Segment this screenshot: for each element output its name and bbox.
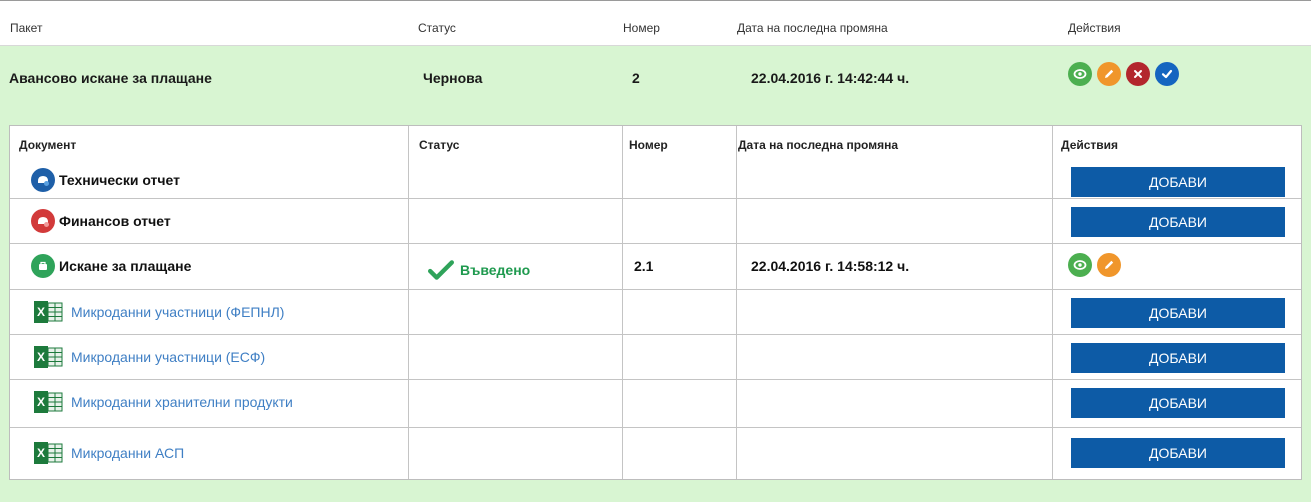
delete-button[interactable] — [1126, 62, 1150, 86]
svg-text:X: X — [37, 305, 45, 319]
header-actions: Действия — [1068, 21, 1121, 35]
document-link[interactable]: Микроданни хранителни продукти — [71, 394, 293, 410]
checkmark-icon — [428, 260, 454, 280]
package-last-modified: 22.04.2016 г. 14:42:44 ч. — [751, 70, 910, 86]
edit-button[interactable] — [1097, 253, 1121, 277]
status-badge: Въведено — [428, 260, 530, 280]
documents-table: Документ Статус Номер Дата на последна п… — [9, 125, 1302, 480]
edit-button[interactable] — [1097, 62, 1121, 86]
table-row: X Микроданни АСП ДОБАВИ — [10, 428, 1301, 479]
technical-report-icon — [31, 168, 55, 192]
package-number: 2 — [632, 70, 640, 86]
table-row: Искане за плащане Въведено 2.1 22.04.201… — [10, 244, 1301, 290]
document-link[interactable]: Микроданни участници (ФЕПНЛ) — [71, 304, 284, 320]
financial-report-icon — [31, 209, 55, 233]
header-document: Документ — [19, 138, 77, 152]
pencil-icon — [1105, 69, 1114, 78]
table-row: Технически отчет ДОБАВИ — [10, 163, 1301, 199]
header-last-modified: Дата на последна промяна — [737, 21, 888, 35]
document-link[interactable]: Микроданни участници (ЕСФ) — [71, 349, 265, 365]
add-button[interactable]: ДОБАВИ — [1071, 388, 1285, 418]
add-button[interactable]: ДОБАВИ — [1071, 167, 1285, 197]
table-row: X Микроданни участници (ФЕПНЛ) ДОБАВИ — [10, 290, 1301, 335]
table-row: X Микроданни хранителни продукти ДОБАВИ — [10, 380, 1301, 428]
confirm-button[interactable] — [1155, 62, 1179, 86]
add-button[interactable]: ДОБАВИ — [1071, 207, 1285, 237]
package-actions — [1068, 62, 1179, 86]
pencil-icon — [1105, 260, 1114, 269]
package-status: Чернова — [423, 70, 483, 86]
document-name: Технически отчет — [59, 172, 180, 188]
svg-text:X: X — [37, 446, 45, 460]
header-number: Номер — [623, 21, 660, 35]
document-name: Искане за плащане — [59, 258, 192, 274]
table-row: X Микроданни участници (ЕСФ) ДОБАВИ — [10, 335, 1301, 380]
add-button[interactable]: ДОБАВИ — [1071, 438, 1285, 468]
svg-text:X: X — [37, 350, 45, 364]
excel-icon: X — [34, 391, 63, 413]
eye-icon — [1073, 69, 1087, 79]
package-table-header: Пакет Статус Номер Дата на последна пром… — [0, 0, 1311, 46]
header-last-modified: Дата на последна промяна — [738, 138, 899, 152]
document-actions — [1068, 253, 1121, 277]
close-icon — [1134, 70, 1142, 78]
status-text: Въведено — [460, 262, 531, 278]
view-button[interactable] — [1068, 62, 1092, 86]
view-button[interactable] — [1068, 253, 1092, 277]
header-status: Статус — [418, 21, 456, 35]
svg-text:X: X — [37, 395, 45, 409]
header-package: Пакет — [10, 21, 43, 35]
excel-icon: X — [34, 346, 63, 368]
check-icon — [1161, 69, 1173, 79]
document-number: 2.1 — [634, 258, 654, 274]
excel-icon: X — [34, 301, 63, 323]
header-actions: Действия — [1061, 138, 1119, 152]
payment-request-icon — [31, 254, 55, 278]
table-row: Финансов отчет ДОБАВИ — [10, 199, 1301, 244]
package-row: Авансово искане за плащане Чернова 2 22.… — [0, 46, 1311, 502]
package-name: Авансово искане за плащане — [9, 70, 212, 86]
document-last-modified: 22.04.2016 г. 14:58:12 ч. — [751, 258, 910, 274]
eye-icon — [1073, 260, 1087, 270]
add-button[interactable]: ДОБАВИ — [1071, 298, 1285, 328]
excel-icon: X — [34, 442, 63, 464]
header-number: Номер — [629, 138, 668, 152]
document-name: Финансов отчет — [59, 213, 171, 229]
header-status: Статус — [419, 138, 460, 152]
add-button[interactable]: ДОБАВИ — [1071, 343, 1285, 373]
document-link[interactable]: Микроданни АСП — [71, 445, 184, 461]
